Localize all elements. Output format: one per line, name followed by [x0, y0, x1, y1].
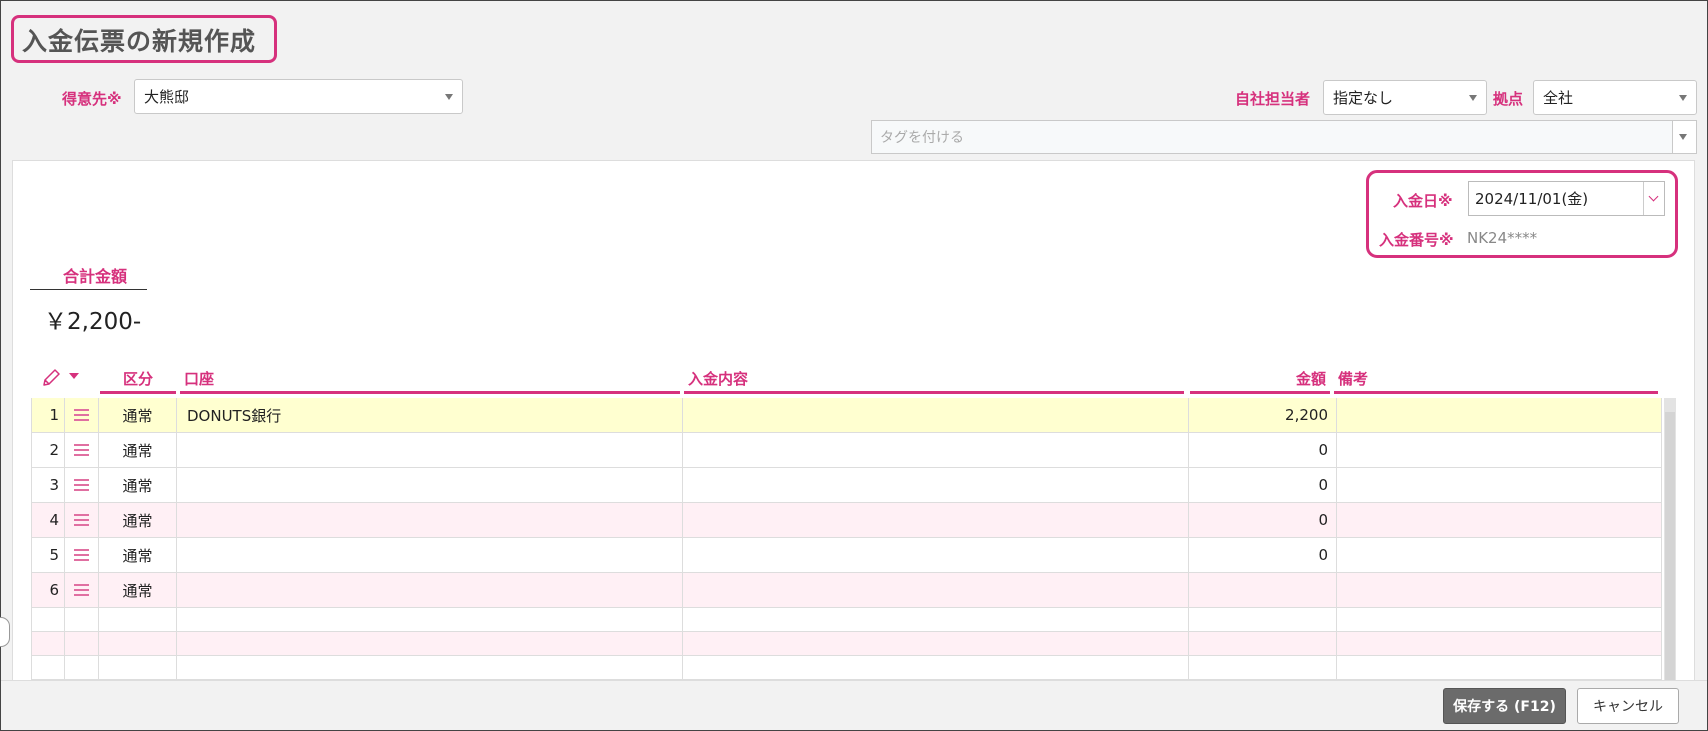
row-menu[interactable]	[65, 503, 99, 537]
tag-dropdown-button[interactable]	[1673, 120, 1697, 154]
table-row-empty	[31, 608, 1662, 632]
hamburger-icon	[74, 479, 89, 491]
cell-kubun[interactable]: 通常	[99, 573, 177, 607]
cell-kingaku[interactable]: 2,200	[1189, 398, 1337, 432]
staff-value: 指定なし	[1333, 89, 1394, 107]
number-value: NK24****	[1467, 229, 1538, 247]
cell-koza[interactable]: DONUTS銀行	[177, 398, 683, 432]
cell-kubun[interactable]: 通常	[99, 538, 177, 572]
hamburger-icon	[74, 549, 89, 561]
row-number: 2	[31, 433, 65, 467]
base-select[interactable]: 全社	[1533, 80, 1697, 115]
staff-label: 自社担当者	[1235, 90, 1311, 108]
save-button[interactable]: 保存する (F12)	[1443, 688, 1566, 724]
column-header-naiyo[interactable]: 入金内容	[684, 365, 1184, 394]
customer-select[interactable]: 大熊邸	[134, 79, 463, 114]
row-number: 4	[31, 503, 65, 537]
chevron-down-icon	[1648, 191, 1659, 202]
customer-label: 得意先※	[62, 90, 122, 108]
cell-koza[interactable]	[177, 433, 683, 467]
column-header-koza[interactable]: 口座	[180, 365, 680, 394]
cell-naiyo[interactable]	[683, 538, 1189, 572]
cell-kingaku[interactable]: 0	[1189, 433, 1337, 467]
hamburger-icon	[74, 514, 89, 526]
row-menu[interactable]	[65, 573, 99, 607]
cell-koza[interactable]	[177, 468, 683, 502]
page-title: 入金伝票の新規作成	[22, 27, 257, 56]
column-header-biko[interactable]: 備考	[1334, 365, 1658, 394]
cell-naiyo[interactable]	[683, 433, 1189, 467]
table-scrollbar[interactable]	[1664, 398, 1676, 680]
base-label: 拠点	[1493, 90, 1524, 108]
row-number: 6	[31, 573, 65, 607]
date-field[interactable]: 2024/11/01(金)	[1468, 181, 1665, 216]
row-menu-caret-icon[interactable]	[69, 373, 79, 379]
total-label: 合計金額	[63, 267, 128, 286]
cell-biko[interactable]	[1337, 468, 1662, 502]
cell-kingaku[interactable]: 0	[1189, 538, 1337, 572]
pencil-icon[interactable]	[40, 367, 62, 389]
staff-select[interactable]: 指定なし	[1323, 80, 1487, 115]
row-menu[interactable]	[65, 538, 99, 572]
number-label: 入金番号※	[1379, 231, 1454, 249]
row-menu[interactable]	[65, 433, 99, 467]
tag-input[interactable]: タグを付ける	[871, 120, 1673, 154]
scrollbar-track[interactable]	[1665, 412, 1675, 680]
customer-value: 大熊邸	[144, 88, 190, 106]
table-row[interactable]: 6 通常	[31, 573, 1662, 608]
cell-naiyo[interactable]	[683, 398, 1189, 432]
table-row-empty	[31, 656, 1662, 680]
cell-kubun[interactable]: 通常	[99, 433, 177, 467]
chevron-down-icon	[1469, 94, 1477, 101]
table-row[interactable]: 3 通常 0	[31, 468, 1662, 503]
column-header-kingaku[interactable]: 金額	[1190, 365, 1330, 394]
cell-kubun[interactable]: 通常	[99, 503, 177, 537]
hamburger-icon	[74, 444, 89, 456]
cell-kingaku[interactable]: 0	[1189, 503, 1337, 537]
table-row[interactable]: 4 通常 0	[31, 503, 1662, 538]
cell-koza[interactable]	[177, 573, 683, 607]
cell-kingaku[interactable]: 0	[1189, 468, 1337, 502]
row-number: 1	[31, 398, 65, 432]
cell-koza[interactable]	[177, 538, 683, 572]
table-row[interactable]: 1 通常 DONUTS銀行 2,200	[31, 398, 1662, 433]
cell-kingaku[interactable]	[1189, 573, 1337, 607]
cell-kubun[interactable]: 通常	[99, 398, 177, 432]
row-number: 5	[31, 538, 65, 572]
cell-biko[interactable]	[1337, 538, 1662, 572]
detail-table: 1 通常 DONUTS銀行 2,200 2 通常 0 3 通常 0 4 通常 0…	[31, 398, 1662, 680]
cell-biko[interactable]	[1337, 433, 1662, 467]
row-menu[interactable]	[65, 468, 99, 502]
cell-naiyo[interactable]	[683, 468, 1189, 502]
chevron-down-icon	[1679, 94, 1687, 101]
cell-naiyo[interactable]	[683, 573, 1189, 607]
cell-biko[interactable]	[1337, 503, 1662, 537]
base-value: 全社	[1543, 89, 1574, 107]
cancel-button[interactable]: キャンセル	[1577, 688, 1679, 724]
date-value: 2024/11/01(金)	[1475, 190, 1589, 208]
side-panel-handle[interactable]	[0, 617, 10, 647]
date-dropdown-button[interactable]	[1643, 182, 1664, 215]
table-row[interactable]: 5 通常 0	[31, 538, 1662, 573]
table-row-empty	[31, 632, 1662, 656]
cell-kubun[interactable]: 通常	[99, 468, 177, 502]
hamburger-icon	[74, 409, 89, 421]
cell-biko[interactable]	[1337, 398, 1662, 432]
row-number: 3	[31, 468, 65, 502]
row-menu[interactable]	[65, 398, 99, 432]
total-value: ￥2,200-	[44, 309, 142, 335]
date-label: 入金日※	[1393, 192, 1453, 210]
column-header-kubun[interactable]: 区分	[100, 365, 176, 394]
chevron-down-icon	[1679, 134, 1687, 140]
cell-koza[interactable]	[177, 503, 683, 537]
table-row[interactable]: 2 通常 0	[31, 433, 1662, 468]
cell-biko[interactable]	[1337, 573, 1662, 607]
hamburger-icon	[74, 584, 89, 596]
chevron-down-icon	[445, 93, 453, 100]
total-divider	[30, 289, 147, 290]
cell-naiyo[interactable]	[683, 503, 1189, 537]
